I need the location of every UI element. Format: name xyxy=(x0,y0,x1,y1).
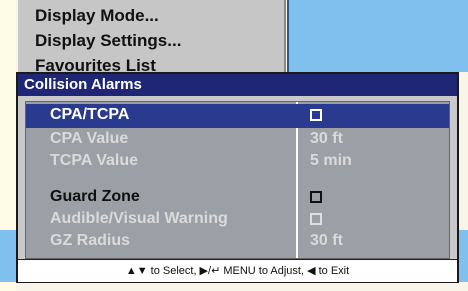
row-label: Audible/Visual Warning xyxy=(50,210,228,227)
row-label: Guard Zone xyxy=(50,188,140,205)
row-label: CPA/TCPA xyxy=(50,106,130,123)
row-cpa-tcpa[interactable]: CPA/TCPA xyxy=(26,104,449,128)
menu-item-display-mode[interactable]: Display Mode... xyxy=(35,6,159,26)
chart-sea-area xyxy=(287,0,468,72)
chart-line xyxy=(287,0,289,72)
row-label: GZ Radius xyxy=(50,232,131,249)
dialog-title: Collision Alarms xyxy=(18,74,457,96)
menu-item-display-settings[interactable]: Display Settings... xyxy=(35,31,181,51)
row-guard-zone[interactable]: Guard Zone xyxy=(26,186,449,210)
settings-table: CPA/TCPA CPA Value 30 ft TCPA Value 5 mi… xyxy=(25,101,450,259)
row-label: CPA Value xyxy=(50,130,129,147)
row-value: 5 min xyxy=(310,152,352,169)
audible-visual-warning-checkbox[interactable] xyxy=(310,213,322,225)
help-footer: ▲▼ to Select, ▶/↵ MENU to Adjust, ◀ to E… xyxy=(18,259,457,282)
row-audible-visual-warning[interactable]: Audible/Visual Warning xyxy=(26,208,449,232)
row-value: 30 ft xyxy=(310,232,343,249)
row-tcpa-value[interactable]: TCPA Value 5 min xyxy=(26,150,449,174)
row-cpa-value[interactable]: CPA Value 30 ft xyxy=(26,128,449,152)
row-label: TCPA Value xyxy=(50,152,139,169)
row-value: 30 ft xyxy=(310,130,343,147)
guard-zone-checkbox[interactable] xyxy=(310,191,322,203)
row-gz-radius[interactable]: GZ Radius 30 ft xyxy=(26,230,449,254)
collision-alarms-dialog: Collision Alarms CPA/TCPA CPA Value 30 f… xyxy=(16,72,459,283)
main-menu: Display Mode... Display Settings... Favo… xyxy=(18,0,286,80)
cpa-tcpa-checkbox[interactable] xyxy=(310,109,322,121)
